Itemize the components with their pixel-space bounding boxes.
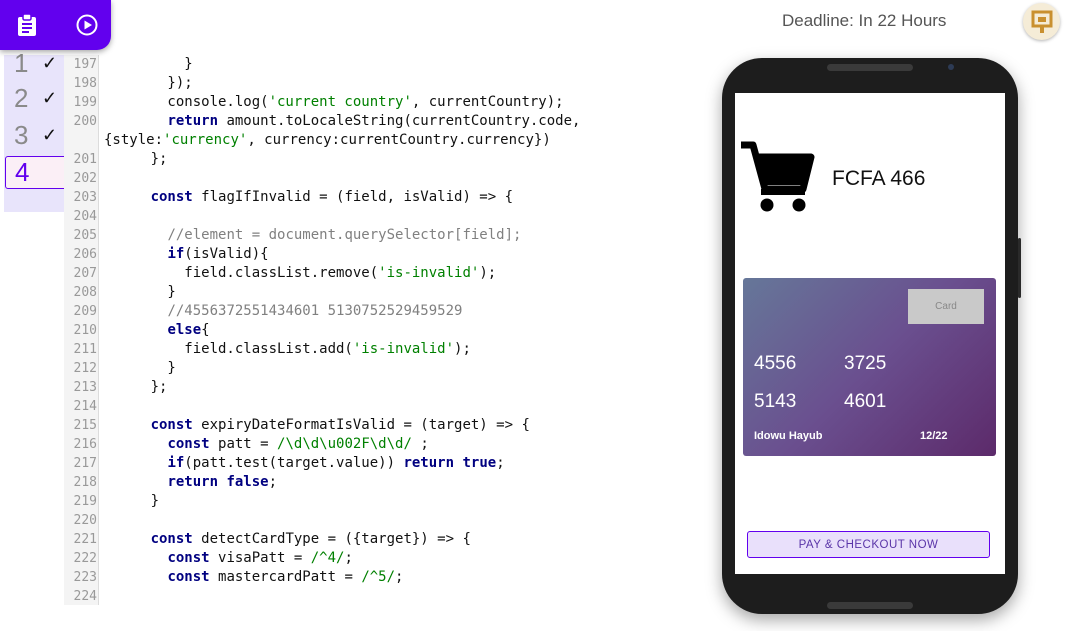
code-text: }; <box>100 151 168 167</box>
phone-speaker <box>827 64 913 71</box>
code-text: }; <box>100 379 168 395</box>
code-text: const visaPatt = /^4/; <box>167 550 353 566</box>
pay-checkout-button[interactable]: PAY & CHECKOUT NOW <box>747 531 990 558</box>
line-number: 199 <box>73 95 97 110</box>
line-number: 224 <box>73 589 97 604</box>
play-circle-icon[interactable] <box>72 10 102 40</box>
code-text: const patt = /\d\d\u002F\d\d/ ; <box>167 436 429 452</box>
code-text: if(isValid){ <box>167 246 269 262</box>
card-holder-name: Idowu Hayub <box>754 430 823 442</box>
line-number: 216 <box>73 437 97 452</box>
step-4[interactable]: 4 <box>5 156 67 189</box>
shopping-cart-icon <box>739 141 815 217</box>
line-number: 222 <box>73 551 97 566</box>
checkmark-icon: ✓ <box>42 52 58 73</box>
line-number: 209 <box>73 304 97 319</box>
step-number: 3 <box>14 119 29 150</box>
code-text: return amount.toLocaleString(currentCoun… <box>167 113 581 129</box>
line-number: 218 <box>73 475 97 490</box>
phone-screen: FCFA 466 Card 4556 3725 5143 4601 Idowu … <box>735 93 1005 574</box>
checkmark-icon: ✓ <box>42 87 58 108</box>
step-number: 1 <box>14 47 29 78</box>
step-list: 1 ✓ 2 ✓ 3 ✓ 4 <box>4 48 68 212</box>
code-text: const flagIfInvalid = (field, isValid) =… <box>150 189 514 205</box>
card-expiry: 12/22 <box>920 430 948 442</box>
card-type-badge: Card <box>908 289 984 324</box>
checkmark-icon: ✓ <box>42 124 58 145</box>
line-number: 208 <box>73 285 97 300</box>
code-text: {style:'currency', currency:currentCount… <box>104 132 551 148</box>
card-number-group: 3725 <box>844 353 887 374</box>
code-text: //element = document.querySelector[field… <box>167 227 522 243</box>
code-text: field.classList.remove('is-invalid'); <box>100 265 497 281</box>
code-text: //4556372551434601 5130752529459529 <box>167 303 463 319</box>
code-text: } <box>100 360 176 376</box>
line-number: 207 <box>73 266 97 281</box>
step-number: 2 <box>14 82 29 113</box>
line-number: 211 <box>73 342 97 357</box>
line-number: 213 <box>73 380 97 395</box>
step-1[interactable]: 1 ✓ <box>4 45 68 81</box>
credit-card-preview: Card 4556 3725 5143 4601 Idowu Hayub 12/… <box>743 278 996 456</box>
code-text: } <box>100 493 160 509</box>
line-number: 204 <box>73 209 97 224</box>
phone-side-button <box>1018 238 1021 298</box>
code-text: } <box>100 284 176 300</box>
step-2[interactable]: 2 ✓ <box>4 80 68 116</box>
phone-speaker-bottom <box>827 602 913 609</box>
line-number: 205 <box>73 228 97 243</box>
clipboard-icon[interactable] <box>12 10 42 40</box>
line-number: 198 <box>73 76 97 91</box>
code-text: } <box>100 56 193 72</box>
line-number: 219 <box>73 494 97 509</box>
step-number: 4 <box>15 157 30 187</box>
line-number: 200 <box>73 114 97 129</box>
user-avatar-icon[interactable] <box>1023 3 1060 40</box>
line-number: 220 <box>73 513 97 528</box>
card-number-group: 4601 <box>844 391 887 412</box>
card-number-group: 5143 <box>754 391 797 412</box>
line-number: 203 <box>73 190 97 205</box>
code-text: field.classList.add('is-invalid'); <box>100 341 471 357</box>
code-text: }); <box>100 75 193 91</box>
line-number: 212 <box>73 361 97 376</box>
card-number-group: 4556 <box>754 353 797 374</box>
line-number: 202 <box>73 171 97 186</box>
code-text: const detectCardType = ({target}) => { <box>150 531 471 547</box>
code-text: if(patt.test(target.value)) return true; <box>167 455 505 471</box>
order-total: FCFA 466 <box>832 167 926 190</box>
line-number: 206 <box>73 247 97 262</box>
line-number: 223 <box>73 570 97 585</box>
line-number: 201 <box>73 152 97 167</box>
line-number: 215 <box>73 418 97 433</box>
code-text: console.log('current country', currentCo… <box>100 94 564 110</box>
top-toolbar <box>0 0 111 50</box>
code-text: const expiryDateFormatIsValid = (target)… <box>150 417 530 433</box>
phone-camera <box>948 64 954 70</box>
code-editor[interactable]: 197 } 198 }); 199 console.log('current cou… <box>64 55 684 610</box>
line-number: 217 <box>73 456 97 471</box>
phone-preview: FCFA 466 Card 4556 3725 5143 4601 Idowu … <box>722 58 1021 614</box>
code-text: else{ <box>167 322 210 338</box>
line-number: 221 <box>73 532 97 547</box>
code-text: const mastercardPatt = /^5/; <box>167 569 404 585</box>
step-3[interactable]: 3 ✓ <box>4 117 68 153</box>
line-number: 197 <box>73 57 97 72</box>
line-number: 210 <box>73 323 97 338</box>
code-text: return false; <box>167 474 278 490</box>
deadline-label: Deadline: In 22 Hours <box>782 11 947 30</box>
line-number: 214 <box>73 399 97 414</box>
